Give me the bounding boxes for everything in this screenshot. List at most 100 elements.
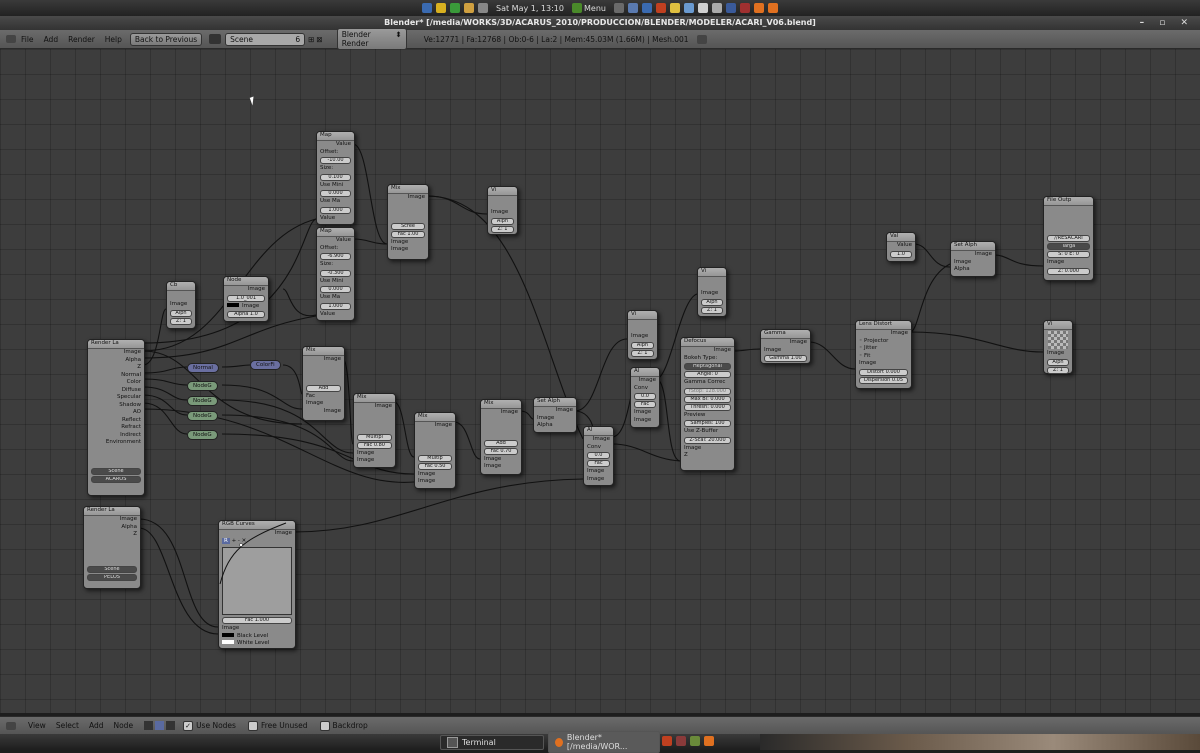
node-title[interactable]: Defocus [681, 338, 734, 347]
firefox-icon[interactable] [655, 3, 666, 13]
set-alpha-node-1[interactable]: Set Alph Image Image Alpha [533, 397, 577, 433]
editor-icon[interactable] [725, 3, 736, 13]
z-field[interactable]: Z: 1 [631, 349, 654, 357]
menu-help[interactable]: Help [105, 35, 122, 44]
alpha-over-node-1[interactable]: Al Image Conv 0.0 Fac Image Image [583, 426, 614, 486]
normal-node-collapsed[interactable]: Normal [187, 363, 219, 373]
node-title[interactable]: Render La [88, 340, 144, 349]
node-title[interactable]: Gamma [761, 330, 810, 339]
node-title[interactable]: File Outp [1044, 197, 1093, 206]
dispersion-field[interactable]: Dispersion 0.05 [859, 376, 908, 384]
convert-premul-checkbox[interactable]: Conv [631, 385, 659, 393]
format-dropdown[interactable]: Targa [1047, 243, 1090, 250]
blender-tray-icon[interactable] [704, 736, 714, 746]
fac-field[interactable]: Fac [634, 401, 656, 408]
back-to-previous-button[interactable]: Back to Previous [129, 32, 203, 46]
map-value-node-1[interactable]: Map Value Offset: -10.00 Size: 0.100 Use… [316, 131, 355, 225]
fac-field[interactable]: Fac 0.70 [484, 447, 518, 455]
node-title[interactable]: Al [584, 427, 613, 436]
z-field[interactable]: Z: 1 [701, 306, 723, 314]
viewer-node-top[interactable]: Vi Image Alph Z: 1 [487, 186, 518, 235]
blend-mode-dropdown[interactable]: Multipl [357, 433, 392, 441]
layout-icon[interactable] [696, 34, 707, 44]
curve-point[interactable] [239, 543, 243, 547]
node-title[interactable]: Map [317, 132, 354, 141]
task-terminal[interactable]: Terminal [440, 734, 544, 750]
offset-field[interactable]: -10.00 [320, 157, 351, 164]
node-title[interactable]: Vi [488, 187, 517, 196]
layer-dropdown[interactable]: ACAROS [91, 475, 141, 483]
scene-icon[interactable] [209, 34, 222, 44]
volume-icon[interactable] [478, 3, 489, 13]
free-unused-checkbox[interactable]: Free Unused [247, 720, 308, 731]
z-scale-field[interactable]: Z-Scal: 20.000 [684, 436, 731, 444]
fac-field[interactable]: Fac [587, 460, 610, 467]
size-field[interactable]: 0.100 [320, 173, 351, 181]
node-group-collapsed-2[interactable]: NodeG [187, 396, 218, 406]
files-icon[interactable] [697, 3, 708, 13]
composite-nodes-icon[interactable] [155, 721, 165, 730]
render-layers-node-pelos[interactable]: Render La Image Alpha Z Scene PELOS [83, 506, 141, 589]
black-swatch[interactable] [222, 632, 234, 637]
node-title[interactable]: Vi [1044, 321, 1072, 330]
max-field[interactable]: 1.000 [320, 302, 351, 310]
blend-mode-dropdown[interactable]: Scree [391, 222, 425, 230]
size-field[interactable]: -0.300 [320, 269, 351, 277]
node-group-collapsed-1[interactable]: NodeG [187, 381, 218, 391]
mix-multiply-node-1[interactable]: Mix Image Multipl Fac 0.80 Image Image [353, 393, 396, 468]
curve-mapping-widget[interactable] [219, 522, 292, 615]
samples-field[interactable]: Samples: 100 [684, 420, 731, 427]
alpha-field[interactable]: Alph [631, 341, 654, 349]
min-field[interactable]: 0.000 [320, 286, 351, 293]
mix-add-node[interactable]: Mix Image Add Fac Image Image [302, 346, 345, 421]
editor-type-icon[interactable] [6, 35, 16, 43]
alpha-field[interactable]: Alph [701, 298, 723, 306]
min-field[interactable]: 0.000 [320, 190, 351, 197]
image-viewer-icon[interactable] [683, 3, 694, 13]
use-nodes-checkbox[interactable]: ✓ Use Nodes [183, 720, 236, 731]
fac-field[interactable]: Fac 1.000 [222, 617, 292, 624]
node-title[interactable]: Mix [303, 347, 344, 356]
use-zbuffer-checkbox[interactable]: Use Z-Buffer [681, 428, 734, 436]
jitter-checkbox[interactable]: ◦ Jitter [856, 345, 911, 353]
alpha-field[interactable]: Alph [170, 309, 192, 317]
defocus-node[interactable]: Defocus Image Bokeh Type: Heptagonal Ang… [680, 337, 735, 471]
set-alpha-node-2[interactable]: Set Alph Image Image Alpha [950, 241, 996, 277]
node-title[interactable]: Cb [167, 282, 195, 291]
app-tray-icon[interactable] [676, 736, 686, 746]
node-title[interactable]: Map [317, 228, 354, 237]
premul-field[interactable]: 0.0 [587, 452, 610, 459]
wordprocessor-icon[interactable] [641, 3, 652, 13]
mix-add-node-2[interactable]: Mix Image Add Fac 0.70 Image Image [480, 399, 522, 475]
blend-mode-dropdown[interactable]: Add [484, 439, 518, 447]
scene-field[interactable]: Scene [87, 565, 137, 573]
blender-icon[interactable] [753, 3, 764, 13]
colorfi-node-collapsed[interactable]: ColorFi [250, 360, 281, 370]
window-controls[interactable]: – ▫ ✕ [1140, 16, 1194, 30]
vertical-scrollbar[interactable] [1192, 105, 1197, 713]
render-engine-dropdown[interactable]: Blender Render ⬍ [336, 28, 407, 50]
node-title[interactable]: Set Alph [951, 242, 995, 251]
node-title[interactable]: Vi [698, 268, 726, 277]
fac-field[interactable]: Fac 0.80 [357, 441, 392, 449]
scene-field[interactable]: Scene [91, 467, 141, 475]
image-node[interactable]: Node Image 1.0_001 Image Alpha 1.0 [223, 276, 269, 322]
scene-selector[interactable]: Scene 6 [225, 32, 306, 46]
user-icon[interactable] [450, 3, 461, 13]
distort-field[interactable]: Distort 0.000 [859, 368, 908, 376]
use-min-checkbox[interactable]: Use Mini [317, 182, 354, 190]
folder-icon[interactable] [669, 3, 680, 13]
gamma-field[interactable]: Gamma 1.00 [764, 355, 807, 362]
fac-field[interactable]: Fac 0.50 [418, 462, 452, 470]
update-tray-icon[interactable] [690, 736, 700, 746]
menu-view[interactable]: View [28, 721, 46, 730]
node-title[interactable]: Val [887, 233, 915, 242]
z-field[interactable]: Z: 1 [1047, 366, 1069, 374]
premul-field[interactable]: 0.0 [634, 393, 656, 400]
node-title[interactable]: Mix [354, 394, 395, 403]
z-field[interactable]: Z: 1 [491, 225, 514, 233]
node-title[interactable]: Render La [84, 507, 140, 516]
menu-label[interactable]: Menu [584, 4, 606, 13]
use-max-checkbox[interactable]: Use Ma [317, 198, 354, 206]
node-title[interactable]: Mix [481, 400, 521, 409]
